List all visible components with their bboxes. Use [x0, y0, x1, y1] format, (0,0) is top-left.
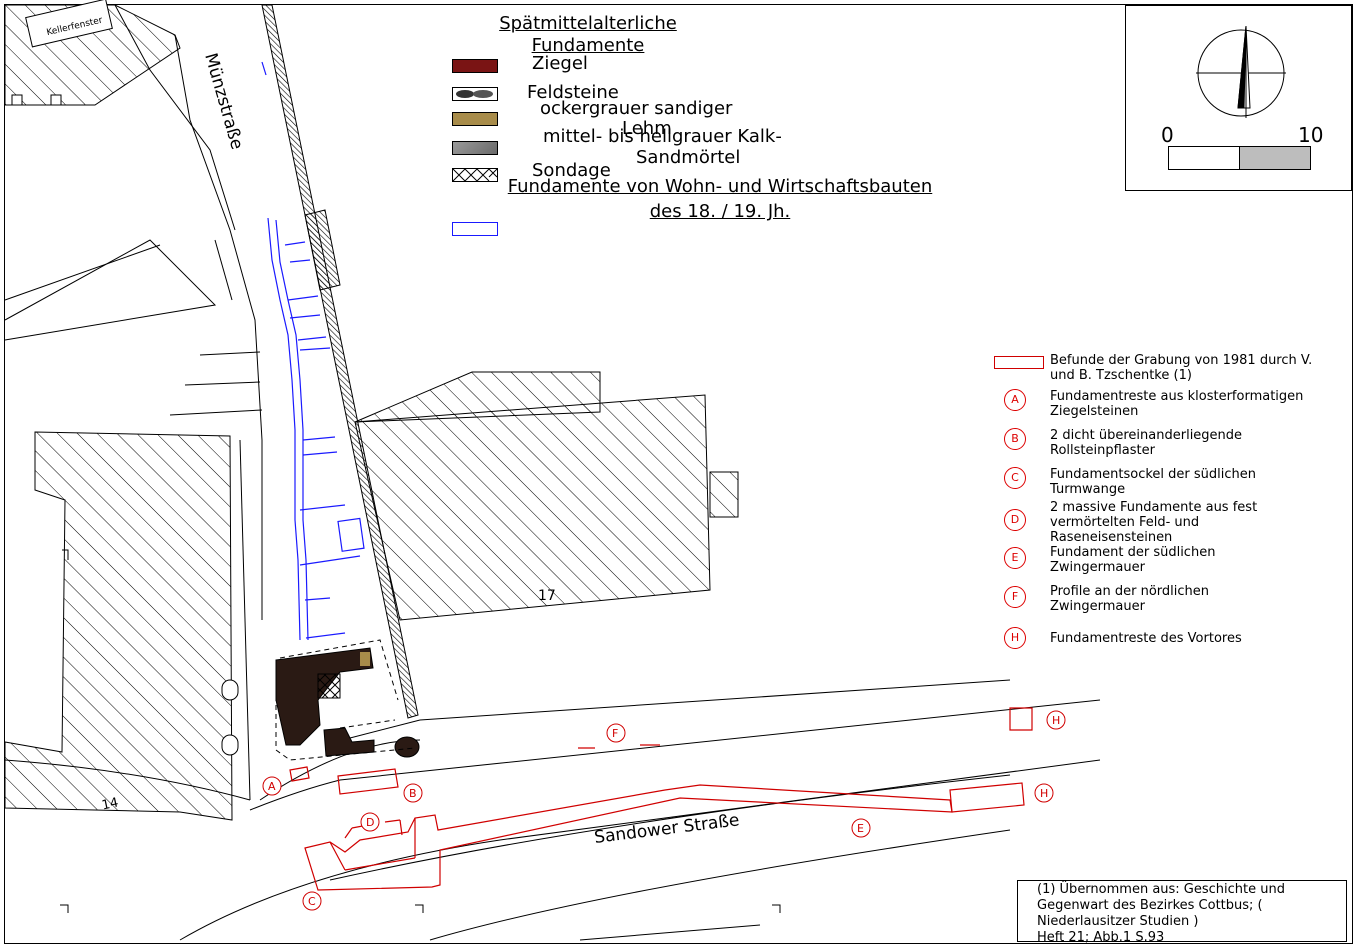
svg-text:D: D: [366, 816, 374, 829]
scale-bar-grey: [1239, 146, 1311, 170]
building-14: 14: [4, 431, 239, 821]
scale-min: 0: [1161, 123, 1174, 147]
scale-max: 10: [1298, 123, 1324, 147]
legend-ziegel: Ziegel: [532, 53, 588, 74]
source-note: (1) Übernommen aus: Geschichte und Gegen…: [1017, 880, 1347, 945]
building-top-left: Kellerfenster: [4, 0, 181, 106]
legend-lehm: ockergrauer sandiger: [540, 98, 733, 119]
svg-text:H: H: [1052, 714, 1060, 727]
legend-title-line2: Fundamente: [531, 35, 645, 56]
svg-text:A: A: [268, 780, 276, 793]
legend-modern-line2: des 18. / 19. Jh.: [649, 201, 791, 222]
swatch-modern: [452, 222, 498, 236]
swatch-moertel: [452, 141, 498, 155]
plot-number-17: 17: [538, 588, 556, 604]
legend-title-line1: Spätmittelalterliche: [499, 13, 677, 34]
finds-legend-e-text: Fundament der südlichen Zwingermauer: [1050, 545, 1216, 575]
map-find-markers: A B C D E F H H: [262, 710, 1066, 911]
marker-b-icon: B: [1004, 428, 1026, 450]
city-wall: [261, 4, 419, 719]
svg-text:H: H: [1040, 787, 1048, 800]
modern-foundations: [261, 61, 365, 641]
building-17: 17: [354, 371, 739, 621]
marker-e-icon: E: [1004, 547, 1026, 569]
swatch-lehm: [452, 112, 498, 126]
scale-bar-white: [1168, 146, 1240, 170]
legend-moertel: mittel- bis hellgrauer Kalk-: [543, 126, 782, 147]
swatch-ziegel: [452, 59, 498, 73]
marker-f-icon: F: [1004, 586, 1026, 608]
street-muenzstrasse: Münzstraße: [200, 51, 247, 152]
source-line-2: Gegenwart des Bezirkes Cottbus; (: [1037, 898, 1263, 913]
marker-a-icon: A: [1004, 389, 1026, 411]
finds-legend-a-text: Fundamentreste aus klosterformatigen Zie…: [1050, 389, 1304, 419]
swatch-feldsteine: [452, 87, 498, 101]
source-line-3: Niederlausitzer Studien ): [1037, 914, 1199, 929]
finds-legend-c-text: Fundamentsockel der südlichen Turmwange: [1050, 467, 1256, 497]
legend-moertel-2: Sandmörtel: [636, 147, 741, 168]
finds-legend-h-text: Fundamentreste des Vortores: [1050, 631, 1242, 646]
north-arrow-icon: [1196, 25, 1286, 118]
excavation-swatch: [994, 356, 1044, 369]
finds-legend-b-text: 2 dicht übereinanderliegende Rollsteinpf…: [1050, 428, 1243, 458]
street-sandower: Sandower Straße: [593, 810, 740, 848]
finds-legend-f-text: Profile an der nördlichen Zwingermauer: [1050, 584, 1210, 614]
marker-h-icon: H: [1004, 627, 1026, 649]
svg-text:E: E: [857, 822, 864, 835]
finds-legend-d-text: 2 massive Fundamente aus fest vermörtelt…: [1050, 500, 1258, 545]
marker-d-icon: D: [1004, 509, 1026, 531]
excavation-outlines: [289, 707, 1033, 891]
svg-text:B: B: [409, 787, 417, 800]
source-line-1: (1) Übernommen aus: Geschichte und: [1037, 882, 1285, 897]
excavation-text: Befunde der Grabung von 1981 durch V. un…: [1050, 353, 1313, 383]
legend-modern-line1: Fundamente von Wohn- und Wirtschaftsbaut…: [507, 176, 933, 197]
north-scale-box: 0 10: [1125, 5, 1352, 191]
svg-text:F: F: [612, 727, 618, 740]
svg-text:C: C: [308, 895, 316, 908]
marker-c-icon: C: [1004, 467, 1026, 489]
source-line-4: Heft 21; Abb.1 S.93: [1037, 930, 1165, 945]
